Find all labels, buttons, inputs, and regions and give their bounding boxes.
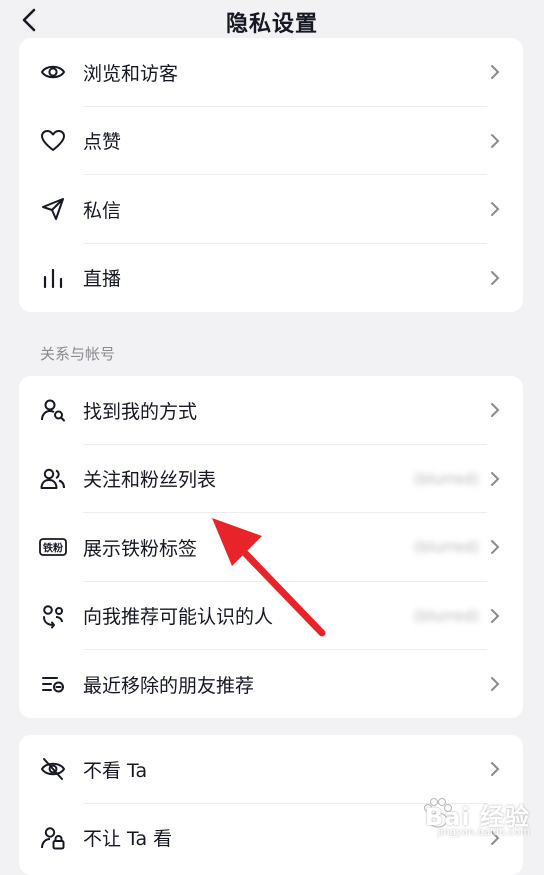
page-title: 隐私设置 [225, 12, 318, 37]
row-label: 不看 Ta [83, 759, 148, 782]
row-value-blurred: (blurred) [413, 538, 479, 557]
send-icon [39, 195, 67, 223]
row-follow-fans-list[interactable]: 关注和粉丝列表 (blurred) [19, 445, 523, 513]
row-label: 直播 [83, 268, 122, 291]
chevron-right-icon [491, 540, 500, 555]
iron-fan-badge-icon: 铁粉 [39, 533, 67, 561]
list-remove-icon [39, 670, 67, 698]
row-recently-removed-recommendations[interactable]: 最近移除的朋友推荐 [19, 650, 523, 718]
chevron-right-icon [491, 65, 500, 80]
row-value-blurred: (blurred) [413, 606, 479, 625]
eye-off-icon [39, 755, 67, 783]
svg-text:铁粉: 铁粉 [43, 542, 63, 555]
heart-icon [39, 127, 67, 155]
row-iron-fan-tag[interactable]: 铁粉 展示铁粉标签 (blurred) [19, 513, 523, 582]
chevron-right-icon [491, 403, 500, 418]
chevron-right-icon [491, 677, 500, 692]
privacy-card-interactions: 浏览和访客 点赞 私信 直播 [19, 38, 523, 312]
chevron-right-icon [491, 133, 500, 148]
chevron-right-icon [491, 471, 500, 486]
chevron-right-icon [491, 270, 500, 285]
row-messages[interactable]: 私信 [19, 175, 523, 244]
row-live[interactable]: 直播 [19, 244, 523, 313]
row-label: 点赞 [83, 131, 122, 154]
row-label: 私信 [83, 199, 122, 222]
row-label: 向我推荐可能认识的人 [83, 606, 274, 629]
watermark: Bai 经验 jingyan.baidu.com [390, 793, 530, 845]
row-label: 找到我的方式 [83, 400, 198, 423]
person-search-icon [39, 396, 67, 424]
bar-chart-icon [39, 264, 67, 292]
person-lock-icon [39, 824, 67, 852]
row-label: 关注和粉丝列表 [83, 469, 217, 492]
row-find-me[interactable]: 找到我的方式 [19, 376, 523, 445]
row-label: 最近移除的朋友推荐 [83, 674, 255, 697]
row-recommend-people[interactable]: 向我推荐可能认识的人 (blurred) [19, 582, 523, 650]
row-label: 浏览和访客 [83, 62, 179, 85]
privacy-card-relationships: 找到我的方式 关注和粉丝列表 (blurred) 铁粉 展示铁粉标签 (blur… [19, 376, 523, 718]
chevron-right-icon [491, 608, 500, 623]
people-icon [39, 465, 67, 493]
recommend-people-icon [39, 602, 67, 630]
row-likes[interactable]: 点赞 [19, 107, 523, 175]
section-title: 关系与帐号 [40, 345, 116, 363]
row-value-blurred: (blurred) [413, 469, 479, 488]
row-browse-visitors[interactable]: 浏览和访客 [19, 38, 523, 107]
chevron-right-icon [491, 202, 500, 217]
watermark-url: jingyan.baidu.com [437, 827, 530, 838]
row-label: 展示铁粉标签 [83, 537, 198, 560]
row-label: 不让 Ta 看 [83, 828, 173, 851]
chevron-right-icon [491, 762, 500, 777]
eye-icon [39, 58, 67, 86]
